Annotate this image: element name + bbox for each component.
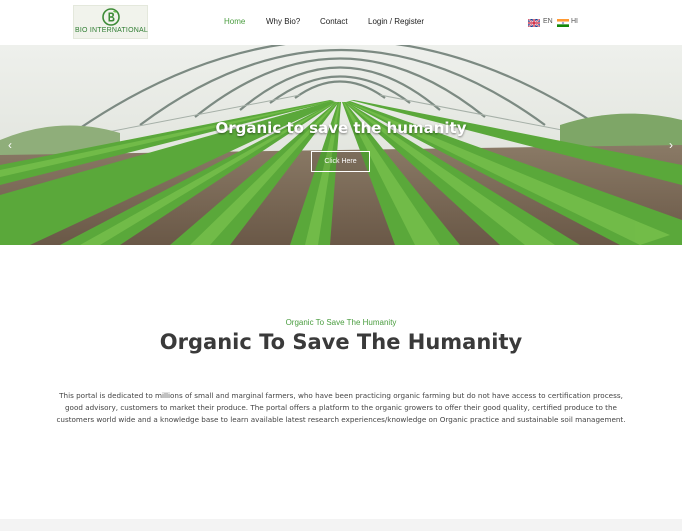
hero-title: Organic to save the humanity bbox=[215, 119, 467, 137]
india-flag-icon bbox=[557, 19, 569, 27]
intro-paragraph: This portal is dedicated to millions of … bbox=[56, 391, 626, 424]
intro-subtitle: Organic To Save The Humanity bbox=[285, 318, 397, 327]
footer-strip bbox=[0, 519, 682, 531]
nav-home[interactable]: Home bbox=[224, 17, 245, 29]
hero-slider: Organic to save the humanity Click Here … bbox=[0, 45, 682, 245]
uk-flag-icon bbox=[528, 19, 540, 27]
hero-click-here-button[interactable]: Click Here bbox=[311, 151, 370, 172]
greenhouse-image bbox=[0, 45, 682, 245]
chevron-left-icon[interactable]: ‹ bbox=[5, 139, 15, 151]
intro-title: Organic To Save The Humanity bbox=[159, 330, 523, 354]
nav-why-bio[interactable]: Why Bio? bbox=[266, 17, 300, 29]
lang-en[interactable]: EN bbox=[528, 18, 554, 28]
site-logo[interactable]: BIO INTERNATIONAL bbox=[73, 5, 148, 39]
nav-contact[interactable]: Contact bbox=[320, 17, 348, 29]
lang-hi[interactable]: HI bbox=[557, 18, 581, 28]
logo-text: BIO INTERNATIONAL bbox=[75, 27, 148, 34]
chevron-right-icon[interactable]: › bbox=[666, 139, 676, 151]
site-header: BIO INTERNATIONAL Home Why Bio? Contact … bbox=[0, 0, 682, 45]
lang-hi-label: HI bbox=[571, 18, 578, 25]
b-leaf-logo-icon bbox=[102, 8, 120, 26]
lang-en-label: EN bbox=[543, 18, 553, 25]
nav-login-register[interactable]: Login / Register bbox=[368, 17, 424, 29]
